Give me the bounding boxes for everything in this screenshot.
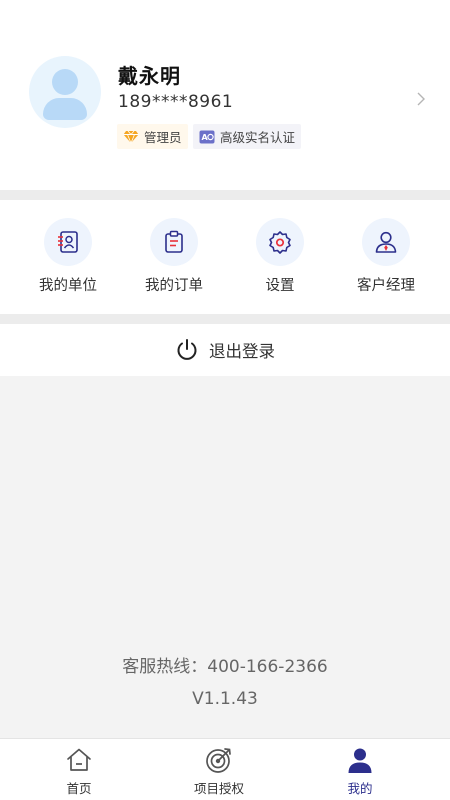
menu-item-my-orders[interactable]: 我的订单 (126, 218, 222, 295)
user-phone: 189****8961 (118, 92, 234, 112)
logout-label: 退出登录 (209, 342, 275, 361)
logout-button[interactable]: 退出登录 (0, 324, 450, 376)
home-icon (67, 748, 91, 771)
section-divider (0, 314, 450, 324)
id-verify-icon: A (199, 130, 215, 143)
user-name: 戴永明 (118, 64, 181, 88)
section-divider (0, 190, 450, 200)
badge-admin-label: 管理员 (144, 130, 182, 145)
manager-icon (375, 231, 397, 253)
tab-home[interactable]: 首页 (29, 745, 129, 797)
order-clipboard-icon (165, 230, 183, 253)
menu-item-account-manager[interactable]: 客户经理 (338, 218, 434, 295)
avatar (29, 56, 101, 128)
unit-contact-icon (58, 231, 78, 253)
tab-label-project-authorization: 项目授权 (193, 781, 244, 796)
target-icon (206, 748, 231, 773)
menu-label-my-orders: 我的订单 (145, 278, 203, 294)
menu-label-settings: 设置 (265, 278, 295, 294)
tab-mine[interactable]: 我的 (310, 745, 410, 797)
menu-label-account-manager: 客户经理 (357, 278, 415, 294)
gear-icon (269, 231, 291, 254)
chevron-right-icon[interactable] (412, 90, 430, 108)
menu-item-my-unit[interactable]: 我的单位 (20, 218, 116, 295)
power-icon (177, 339, 197, 360)
badge-admin: 管理员 (117, 124, 188, 149)
profile-card[interactable]: 戴永明 189****8961 管理员 A 高级实名认证 (0, 0, 450, 190)
customer-service-hotline: 客服热线：400-166-2366 (122, 657, 328, 677)
bottom-tab-bar: 首页 项目授权 我的 (0, 738, 450, 800)
badge-verify: A 高级实名认证 (193, 124, 302, 149)
app-version: V1.1.43 (192, 689, 258, 709)
badge-verify-label: 高级实名认证 (220, 130, 296, 145)
tab-label-home: 首页 (66, 781, 92, 796)
menu-item-settings[interactable]: 设置 (232, 218, 328, 295)
person-icon (348, 748, 372, 773)
tab-label-mine: 我的 (347, 781, 373, 796)
menu-label-my-unit: 我的单位 (39, 278, 97, 294)
function-menu: 我的单位 我的订单 设置 客户经理 (0, 200, 450, 314)
diamond-icon (123, 130, 139, 144)
tab-project-authorization[interactable]: 项目授权 (169, 745, 269, 797)
